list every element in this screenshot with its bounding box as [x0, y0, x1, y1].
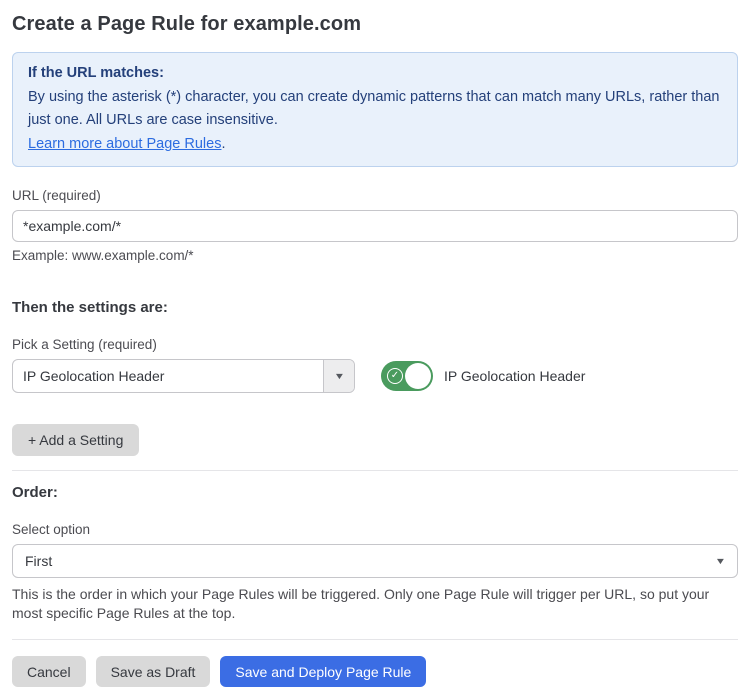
learn-more-link[interactable]: Learn more about Page Rules: [28, 136, 221, 152]
setting-select-value: IP Geolocation Header: [13, 360, 323, 392]
order-select-value: First: [25, 553, 716, 569]
url-field-label: URL (required): [12, 188, 738, 203]
info-box-body: By using the asterisk (*) character, you…: [28, 86, 722, 133]
toggle-label: IP Geolocation Header: [444, 368, 585, 384]
actions-divider: [12, 639, 738, 640]
order-helper-text: This is the order in which your Page Rul…: [12, 585, 732, 623]
section-divider: [12, 470, 738, 471]
ip-geolocation-toggle[interactable]: ✓: [381, 361, 433, 391]
order-select-label: Select option: [12, 522, 738, 537]
page-title: Create a Page Rule for example.com: [12, 13, 738, 36]
url-matches-info-box: If the URL matches: By using the asteris…: [12, 52, 738, 167]
pick-setting-label: Pick a Setting (required): [12, 337, 738, 352]
setting-select-arrow-button[interactable]: ▼: [323, 360, 354, 392]
actions-row: Cancel Save as Draft Save and Deploy Pag…: [12, 656, 738, 687]
order-select[interactable]: First ▼: [12, 544, 738, 578]
toggle-knob: [405, 363, 431, 389]
add-setting-button[interactable]: + Add a Setting: [12, 424, 139, 456]
check-icon: ✓: [387, 368, 403, 384]
link-period: .: [221, 136, 225, 152]
order-section-heading: Order:: [12, 484, 738, 501]
setting-row: IP Geolocation Header ▼ ✓ IP Geolocation…: [12, 359, 738, 393]
setting-select[interactable]: IP Geolocation Header ▼: [12, 359, 355, 393]
info-box-heading: If the URL matches:: [28, 62, 722, 86]
chevron-down-icon: ▼: [715, 556, 727, 566]
info-box-link-line: Learn more about Page Rules.: [28, 133, 722, 157]
chevron-down-icon: ▼: [333, 371, 345, 381]
settings-section-heading: Then the settings are:: [12, 299, 738, 316]
url-example-helper: Example: www.example.com/*: [12, 248, 738, 263]
cancel-button[interactable]: Cancel: [12, 656, 86, 687]
url-input[interactable]: [12, 210, 738, 242]
save-draft-button[interactable]: Save as Draft: [96, 656, 211, 687]
save-deploy-button[interactable]: Save and Deploy Page Rule: [220, 656, 426, 687]
